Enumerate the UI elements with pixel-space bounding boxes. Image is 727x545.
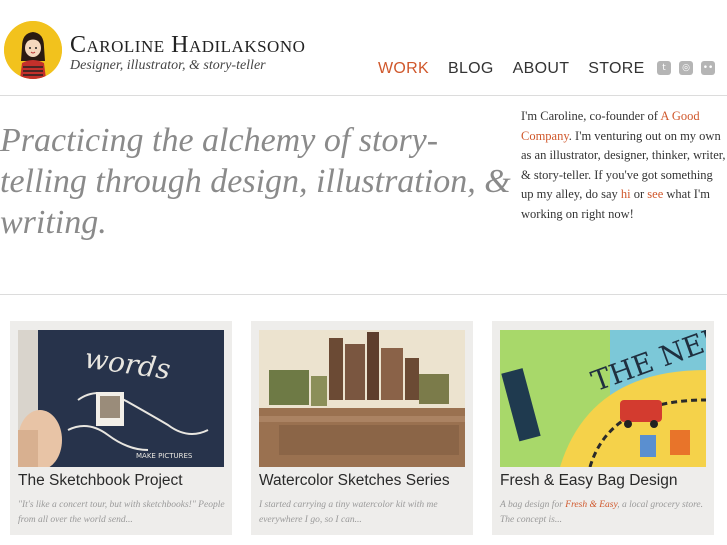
watercolor-thumbnail[interactable] — [259, 330, 465, 467]
section-divider — [0, 294, 727, 295]
header-divider — [0, 95, 727, 96]
card-excerpt: "It's like a concert tour, but with sket… — [18, 500, 225, 525]
nav-about[interactable]: ABOUT — [513, 60, 570, 78]
twitter-icon[interactable]: t — [657, 61, 671, 75]
main-nav: WORK BLOG ABOUT STORE — [378, 60, 664, 78]
card-title[interactable]: The Sketchbook Project — [18, 472, 183, 490]
say-hi-link[interactable]: hi — [621, 187, 631, 201]
project-card-sketchbook[interactable]: words MAKE PICTURES The Sketchbook Proje… — [10, 321, 232, 535]
nav-store[interactable]: STORE — [588, 60, 644, 78]
intro-paragraph: I'm Caroline, co-founder of A Good Compa… — [521, 107, 726, 224]
card-title[interactable]: Fresh & Easy Bag Design — [500, 472, 677, 490]
sketchbook-thumbnail[interactable]: words MAKE PICTURES — [18, 330, 224, 467]
hero-headline: Practicing the alchemy of story-telling … — [0, 122, 511, 241]
excerpt-text-1: A bag design for — [500, 500, 566, 510]
thumb-subtext: MAKE PICTURES — [136, 452, 193, 460]
see-link[interactable]: see — [647, 187, 663, 201]
nav-blog[interactable]: BLOG — [448, 60, 494, 78]
nav-work[interactable]: WORK — [378, 60, 429, 78]
site-tagline: Designer, illustrator, & story-teller — [70, 58, 266, 73]
dribbble-icon[interactable]: ◎ — [679, 61, 693, 75]
card-excerpt: A bag design for Fresh & Easy, a local g… — [500, 498, 710, 527]
intro-text-3: or — [630, 187, 648, 201]
card-excerpt: I started carrying a tiny watercolor kit… — [259, 500, 438, 525]
project-card-watercolor[interactable]: Watercolor Sketches Series I started car… — [251, 321, 473, 535]
site-title[interactable]: Caroline Hadilaksono — [70, 32, 305, 59]
girl-portrait-icon — [4, 21, 62, 79]
card-title[interactable]: Watercolor Sketches Series — [259, 472, 450, 490]
logo-avatar[interactable] — [4, 21, 62, 79]
flickr-icon[interactable]: •• — [701, 61, 715, 75]
project-card-fresh-easy[interactable]: THE NEIGHB Fresh & Easy Bag Design A bag… — [492, 321, 714, 535]
fresh-easy-thumbnail[interactable]: THE NEIGHB — [500, 330, 706, 467]
intro-text-1: I'm Caroline, co-founder of — [521, 109, 661, 123]
social-links: t ◎ •• — [657, 61, 715, 75]
fresh-easy-link[interactable]: Fresh & Easy — [565, 500, 617, 510]
